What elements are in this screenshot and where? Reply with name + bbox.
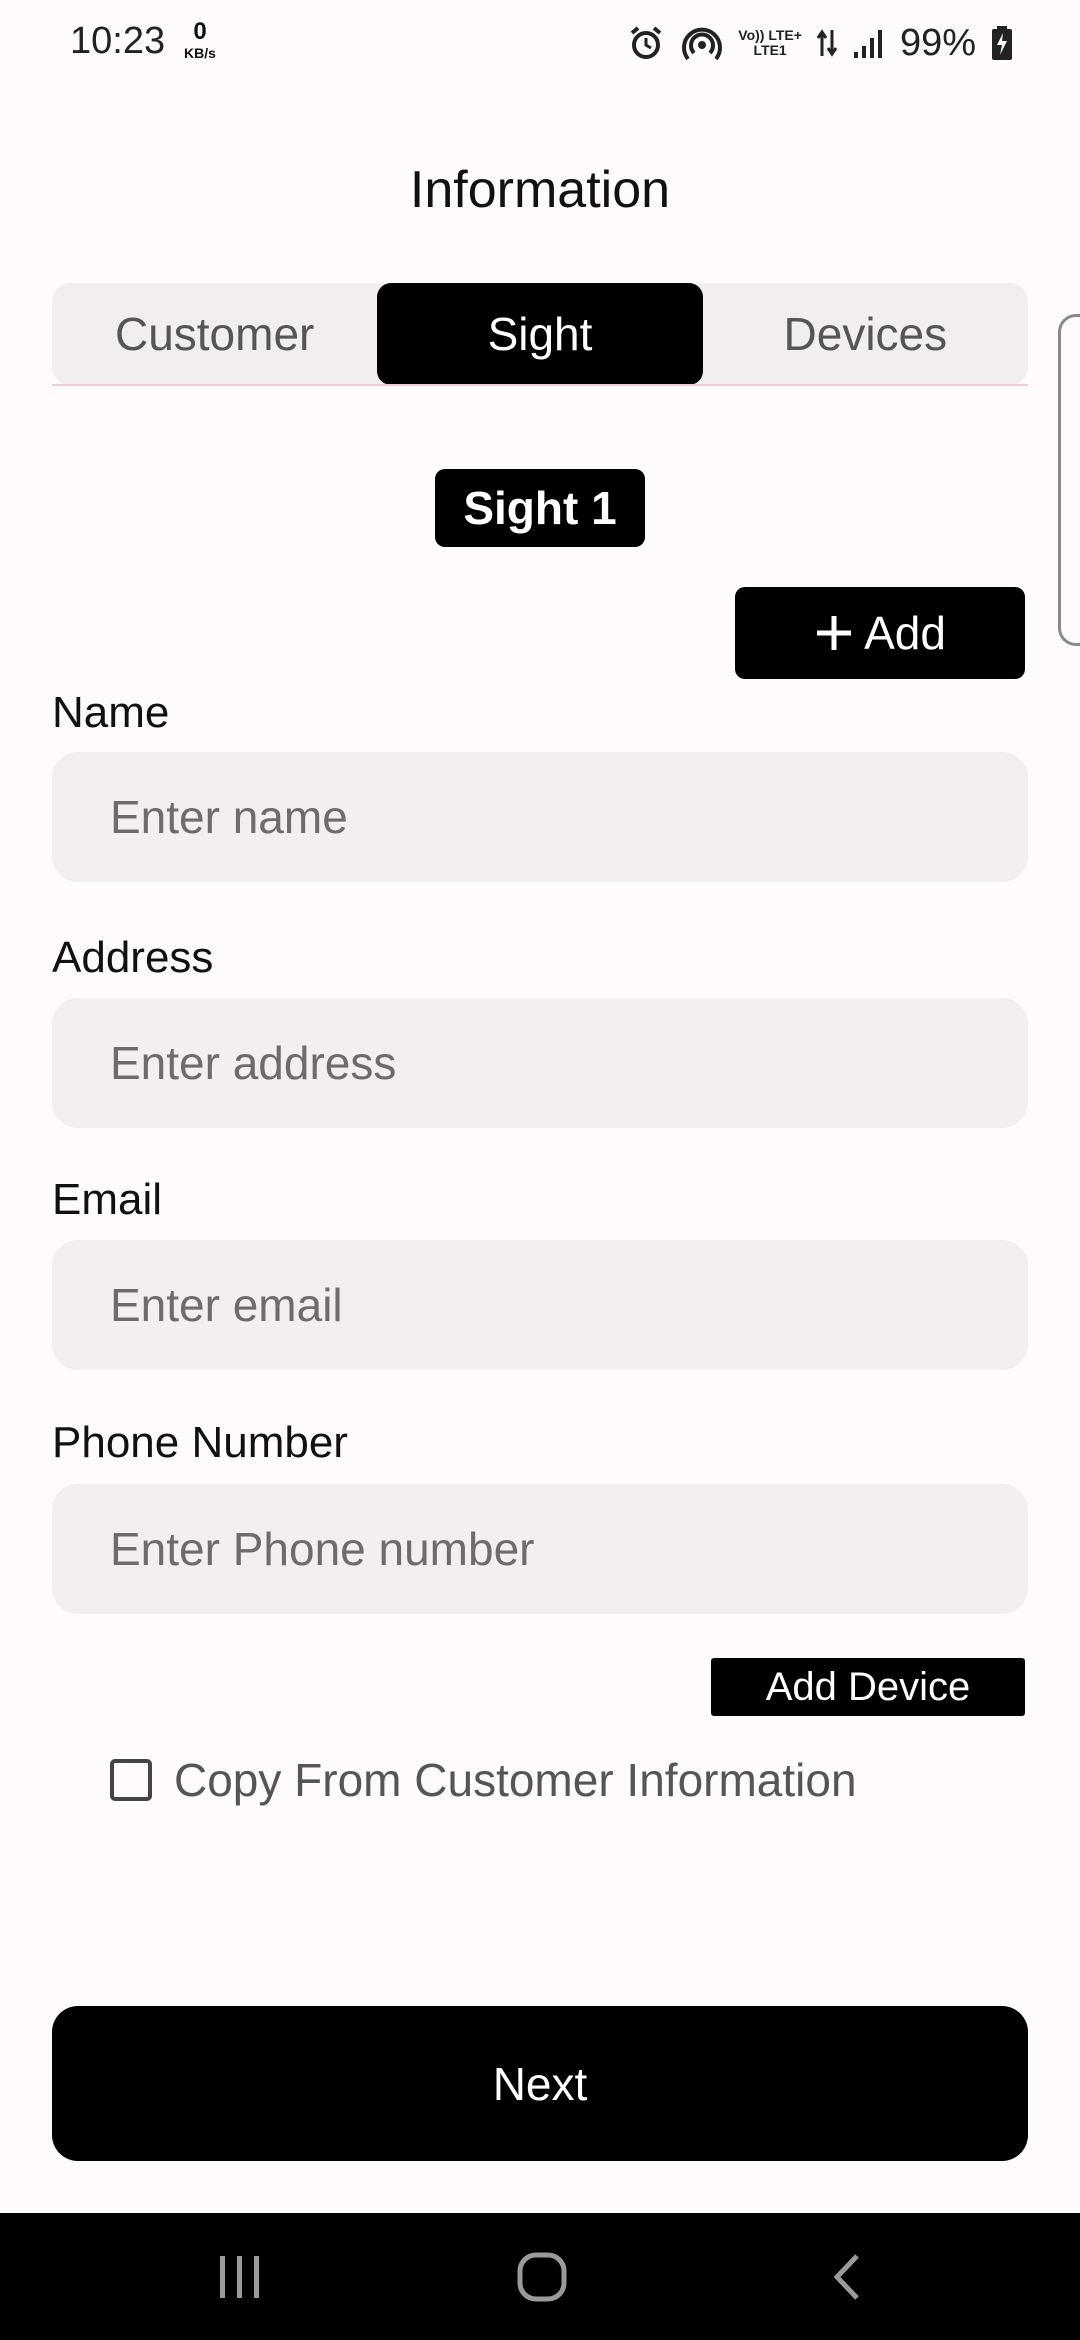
next-button[interactable]: Next xyxy=(52,2006,1028,2161)
network-type-indicator: Vo)) LTE+ LTE1 xyxy=(738,28,802,57)
recent-apps-icon xyxy=(216,2254,264,2300)
name-label: Name xyxy=(52,688,170,737)
screen: 10:23 0 KB/s Vo)) LTE+ LTE1 99% Informat… xyxy=(0,0,1080,2340)
status-bar: 10:23 0 KB/s Vo)) LTE+ LTE1 99% xyxy=(0,0,1080,90)
tab-customer[interactable]: Customer xyxy=(52,283,377,385)
volte-label: Vo)) LTE+ xyxy=(738,27,802,44)
segmented-tabs: Customer Sight Devices xyxy=(52,283,1028,385)
back-button[interactable] xyxy=(766,2213,926,2340)
recent-apps-button[interactable] xyxy=(160,2213,320,2340)
home-button[interactable] xyxy=(462,2213,622,2340)
data-speed-value: 0 xyxy=(193,18,207,45)
tab-sight[interactable]: Sight xyxy=(377,283,703,385)
add-sight-button[interactable]: Add xyxy=(735,587,1025,679)
data-arrows-icon xyxy=(816,28,838,58)
data-speed-indicator: 0 KB/s xyxy=(178,18,222,61)
home-icon xyxy=(516,2251,568,2303)
address-field[interactable] xyxy=(52,998,1028,1128)
alarm-icon xyxy=(626,23,666,63)
copy-from-customer-label: Copy From Customer Information xyxy=(174,1754,857,1806)
sight-badge: Sight 1 xyxy=(435,469,645,547)
lte-label: LTE1 xyxy=(753,42,787,58)
copy-from-customer-checkbox[interactable] xyxy=(110,1759,152,1801)
edge-panel-handle[interactable] xyxy=(1058,314,1080,646)
copy-from-customer-row[interactable]: Copy From Customer Information xyxy=(110,1750,857,1810)
address-label: Address xyxy=(52,933,214,982)
hotspot-icon xyxy=(680,23,724,63)
signal-icon xyxy=(852,26,886,60)
tab-devices[interactable]: Devices xyxy=(703,283,1028,385)
battery-charging-icon xyxy=(990,25,1014,61)
page-title: Information xyxy=(409,161,671,219)
status-icons: Vo)) LTE+ LTE1 99% xyxy=(626,18,1014,68)
back-icon xyxy=(829,2252,863,2302)
system-nav-bar xyxy=(0,2213,1080,2340)
add-device-button[interactable]: Add Device xyxy=(711,1658,1025,1716)
phone-label: Phone Number xyxy=(52,1418,348,1467)
status-time: 10:23 xyxy=(70,20,166,62)
add-sight-label: Add xyxy=(864,607,946,659)
data-speed-unit: KB/s xyxy=(184,45,216,61)
battery-percentage: 99% xyxy=(899,21,976,64)
plus-icon xyxy=(814,613,854,653)
email-field[interactable] xyxy=(52,1240,1028,1370)
phone-field[interactable] xyxy=(52,1484,1028,1614)
email-label: Email xyxy=(52,1175,163,1224)
tabs-divider xyxy=(52,384,1028,386)
name-field[interactable] xyxy=(52,752,1028,882)
